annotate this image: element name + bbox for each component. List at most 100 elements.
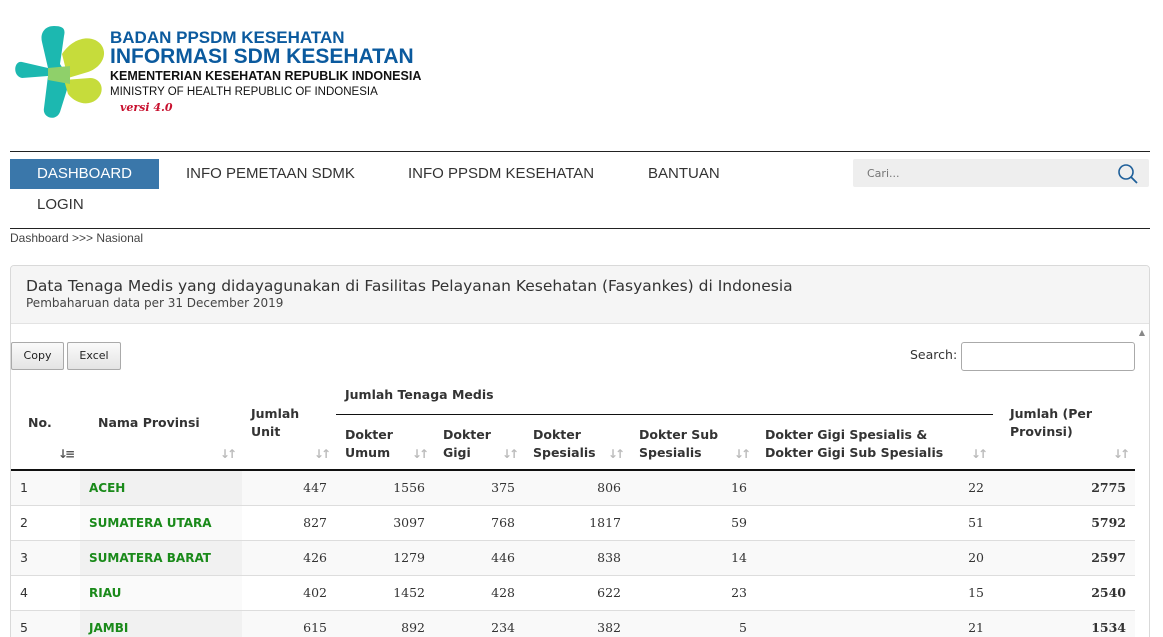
cell-dokter-sub-spesialis: 16: [630, 469, 756, 505]
col-header-unit[interactable]: Jumlah Unit ↓↑: [242, 376, 336, 471]
panel-subtitle: Pembaharuan data per 31 December 2019: [26, 296, 284, 310]
group-header-label: Jumlah Tenaga Medis: [345, 386, 494, 402]
table-row: 5 JAMBI 615 892 234 382 5 21 1534: [11, 609, 1135, 637]
sort-icon: ↓↑: [313, 447, 331, 461]
cell-dokter-sub-spesialis: 5: [630, 609, 756, 637]
table-row: 4 RIAU 402 1452 428 622 23 15 2540: [11, 574, 1135, 610]
cell-dokter-umum: 892: [336, 609, 434, 637]
cell-total: 2540: [993, 574, 1135, 610]
brand-line-2: INFORMASI SDM KESEHATAN: [110, 45, 414, 68]
cell-dokter-gigi: 446: [434, 539, 524, 575]
cell-no: 2: [11, 504, 80, 540]
col-header-no[interactable]: No. ↓≡: [11, 376, 80, 471]
cell-unit: 402: [242, 574, 336, 610]
nav-bottom-divider: [10, 228, 1150, 229]
site-logo[interactable]: BADAN PPSDM KESEHATAN INFORMASI SDM KESE…: [14, 24, 474, 124]
col-header-dokter-gigi-spesialis[interactable]: Dokter Gigi Spesialis & Dokter Gigi Sub …: [756, 414, 993, 471]
copy-button[interactable]: Copy: [11, 342, 64, 370]
cell-dokter-gigi: 768: [434, 504, 524, 540]
cell-dokter-gigi: 234: [434, 609, 524, 637]
brand-line-3: KEMENTERIAN KESEHATAN REPUBLIK INDONESIA: [110, 69, 422, 83]
site-search-input[interactable]: [853, 159, 1093, 187]
col-header-provinsi-label: Nama Provinsi: [98, 414, 200, 430]
brand-line-1: BADAN PPSDM KESEHATAN: [110, 28, 345, 47]
cell-unit: 827: [242, 504, 336, 540]
sort-icon: ↓↑: [970, 447, 988, 461]
cell-dokter-umum: 1279: [336, 539, 434, 575]
cell-total: 2775: [993, 469, 1135, 505]
sort-icon: ↓↑: [219, 447, 237, 461]
cell-dokter-spesialis: 806: [524, 469, 630, 505]
col-header-dokter-spesialis-label: Dokter Spesialis: [533, 426, 596, 460]
cell-dokter-sub-spesialis: 23: [630, 574, 756, 610]
cell-dokter-spesialis: 1817: [524, 504, 630, 540]
cell-dokter-umum: 1556: [336, 469, 434, 505]
cell-dokter-gigi: 375: [434, 469, 524, 505]
cell-no: 4: [11, 574, 80, 610]
table-row: 1 ACEH 447 1556 375 806 16 22 2775: [11, 469, 1135, 505]
nav-item-info-ppsdm-kesehatan[interactable]: INFO PPSDM KESEHATAN: [381, 159, 621, 189]
cell-dokter-spesialis: 622: [524, 574, 630, 610]
cell-dokter-sub-spesialis: 14: [630, 539, 756, 575]
cell-provinsi[interactable]: RIAU: [80, 574, 242, 610]
sort-icon: ↓↑: [411, 447, 429, 461]
col-header-dokter-gigi[interactable]: Dokter Gigi ↓↑: [434, 414, 524, 471]
search-icon[interactable]: [1117, 163, 1139, 185]
cell-unit: 426: [242, 539, 336, 575]
brand-text: BADAN PPSDM KESEHATAN INFORMASI SDM KESE…: [110, 29, 421, 116]
cell-provinsi[interactable]: ACEH: [80, 469, 242, 505]
cell-total: 1534: [993, 609, 1135, 637]
panel-title: Data Tenaga Medis yang didayagunakan di …: [26, 277, 793, 295]
nav-item-info-pemetaan-sdmk[interactable]: INFO PEMETAAN SDMK: [159, 159, 382, 189]
sort-icon: ↓↑: [501, 447, 519, 461]
nav-item-bantuan[interactable]: BANTUAN: [621, 159, 747, 189]
cell-provinsi[interactable]: SUMATERA UTARA: [80, 504, 242, 540]
cell-dokter-gigi-spesialis: 22: [756, 469, 993, 505]
sort-icon: ↓↑: [733, 447, 751, 461]
nav-top-divider: [10, 151, 1150, 152]
col-header-dokter-spesialis[interactable]: Dokter Spesialis ↓↑: [524, 414, 630, 471]
col-header-total[interactable]: Jumlah (Per Provinsi) ↓↑: [993, 376, 1135, 471]
col-header-provinsi[interactable]: Nama Provinsi ↓↑: [80, 376, 242, 471]
col-header-no-label: No.: [28, 414, 52, 430]
scroll-up-icon[interactable]: ▲: [1139, 328, 1145, 337]
nav-item-dashboard[interactable]: DASHBOARD: [10, 159, 159, 189]
panel-header: Data Tenaga Medis yang didayagunakan di …: [11, 266, 1149, 324]
cell-unit: 615: [242, 609, 336, 637]
cell-no: 1: [11, 469, 80, 505]
sort-asc-icon: ↓≡: [57, 447, 75, 461]
cell-dokter-gigi-spesialis: 15: [756, 574, 993, 610]
col-header-unit-label: Jumlah Unit: [251, 405, 300, 439]
cell-unit: 447: [242, 469, 336, 505]
site-search: [853, 159, 1149, 187]
cell-dokter-umum: 3097: [336, 504, 434, 540]
cell-total: 5792: [993, 504, 1135, 540]
cell-dokter-gigi-spesialis: 20: [756, 539, 993, 575]
nav-item-login[interactable]: LOGIN: [10, 190, 111, 220]
table-search-label: Search:: [910, 347, 958, 362]
cell-dokter-gigi-spesialis: 21: [756, 609, 993, 637]
cell-dokter-spesialis: 382: [524, 609, 630, 637]
cell-dokter-spesialis: 838: [524, 539, 630, 575]
col-header-dokter-umum-label: Dokter Umum: [345, 426, 393, 460]
col-header-total-label: Jumlah (Per Provinsi): [1010, 405, 1093, 439]
cell-total: 2597: [993, 539, 1135, 575]
excel-button[interactable]: Excel: [67, 342, 121, 370]
cell-provinsi[interactable]: SUMATERA BARAT: [80, 539, 242, 575]
cell-no: 3: [11, 539, 80, 575]
cell-dokter-gigi: 428: [434, 574, 524, 610]
table-search-input[interactable]: [961, 342, 1135, 371]
col-header-dokter-gigi-label: Dokter Gigi: [443, 426, 491, 460]
cell-provinsi[interactable]: JAMBI: [80, 609, 242, 637]
col-header-dokter-sub-spesialis[interactable]: Dokter Sub Spesialis ↓↑: [630, 414, 756, 471]
breadcrumb: Dashboard >>> Nasional: [10, 231, 144, 245]
col-header-dokter-sub-spesialis-label: Dokter Sub Spesialis: [639, 426, 719, 460]
cell-dokter-sub-spesialis: 59: [630, 504, 756, 540]
cell-dokter-gigi-spesialis: 51: [756, 504, 993, 540]
cell-no: 5: [11, 609, 80, 637]
table-row: 3 SUMATERA BARAT 426 1279 446 838 14 20 …: [11, 539, 1135, 575]
table-row: 2 SUMATERA UTARA 827 3097 768 1817 59 51…: [11, 504, 1135, 540]
col-header-dokter-umum[interactable]: Dokter Umum ↓↑: [336, 414, 434, 471]
cell-dokter-umum: 1452: [336, 574, 434, 610]
sort-icon: ↓↑: [607, 447, 625, 461]
